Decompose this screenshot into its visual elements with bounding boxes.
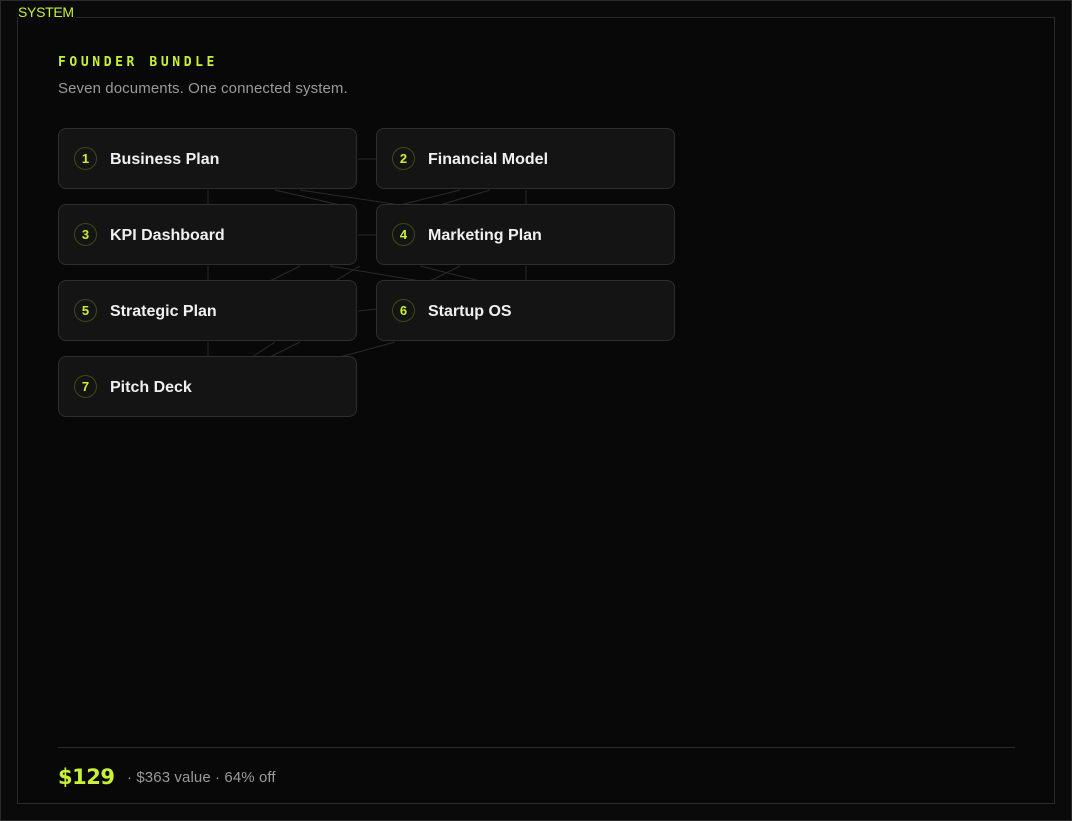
document-number-badge: 5 (74, 299, 97, 322)
document-name: Financial Model (428, 151, 549, 168)
document-number-badge: 2 (392, 147, 415, 170)
document-card-startup-os[interactable]: 6 Startup OS (376, 280, 675, 341)
document-number-badge: 7 (74, 375, 97, 398)
document-number-badge: 4 (392, 223, 415, 246)
document-card-financial-model[interactable]: 2 Financial Model (376, 128, 675, 189)
document-card-business-plan[interactable]: 1 Business Plan (58, 128, 357, 189)
document-name: KPI Dashboard (110, 227, 225, 244)
bundle-subtitle: Seven documents. One connected system. (58, 80, 348, 97)
document-card-pitch-deck[interactable]: 7 Pitch Deck (58, 356, 357, 417)
document-number-badge: 1 (74, 147, 97, 170)
document-name: Strategic Plan (110, 303, 217, 320)
price-value-savings: · $363 value · 64% off (127, 769, 276, 786)
document-name: Pitch Deck (110, 379, 192, 396)
document-card-marketing-plan[interactable]: 4 Marketing Plan (376, 204, 675, 265)
document-number-badge: 6 (392, 299, 415, 322)
bundle-title: FOUNDER BUNDLE (58, 55, 218, 70)
document-card-kpi-dashboard[interactable]: 3 KPI Dashboard (58, 204, 357, 265)
bundle-price: $129 (58, 765, 115, 789)
document-card-strategic-plan[interactable]: 5 Strategic Plan (58, 280, 357, 341)
document-name: Startup OS (428, 303, 512, 320)
document-name: Business Plan (110, 151, 220, 168)
footer-divider (58, 747, 1015, 748)
document-name: Marketing Plan (428, 227, 542, 244)
document-number-badge: 3 (74, 223, 97, 246)
system-label: SYSTEM (18, 4, 76, 20)
